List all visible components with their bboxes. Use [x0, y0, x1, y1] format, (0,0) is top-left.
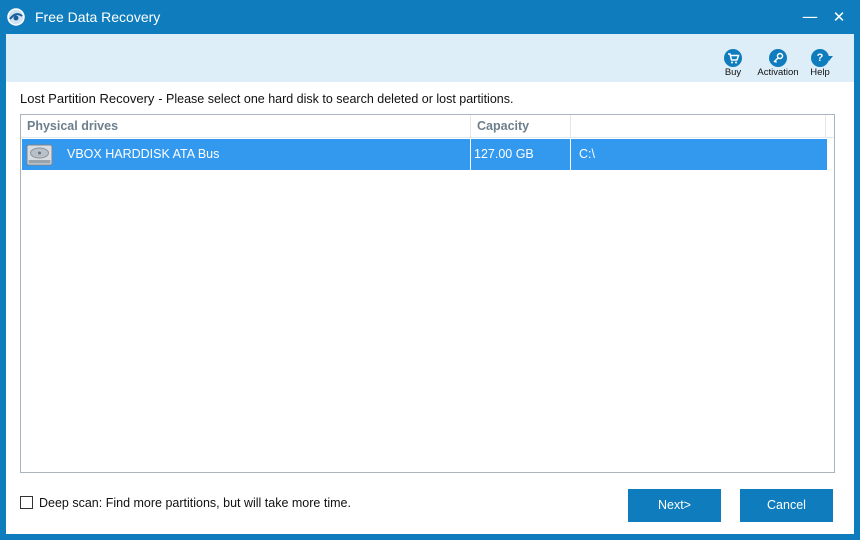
activation-button[interactable]: Activation — [752, 49, 804, 78]
hard-disk-icon — [26, 144, 53, 166]
column-header-capacity[interactable]: Capacity — [471, 115, 571, 138]
drive-volumes: C:\ — [579, 147, 595, 161]
drive-list[interactable]: Physical drives Capacity VBOX HARDDISK A… — [20, 114, 835, 473]
buy-button[interactable]: Buy — [718, 49, 748, 78]
column-header-physical-drives[interactable]: Physical drives — [21, 115, 471, 138]
cart-icon — [724, 49, 742, 67]
page-title: Lost Partition Recovery — [20, 91, 155, 106]
table-row[interactable]: VBOX HARDDISK ATA Bus 127.00 GB C:\ — [22, 139, 827, 170]
close-button[interactable]: ✕ — [828, 6, 850, 28]
list-header: Physical drives Capacity — [21, 115, 834, 138]
drive-capacity: 127.00 GB — [471, 139, 571, 170]
toolbar: Buy Activation ? Help — [6, 34, 854, 82]
chevron-down-icon[interactable] — [825, 56, 833, 61]
buy-label: Buy — [724, 67, 742, 78]
page-subtitle: - Please select one hard disk to search … — [158, 92, 514, 106]
activation-label: Activation — [757, 67, 799, 78]
help-button[interactable]: ? Help — [804, 49, 836, 78]
cancel-button[interactable]: Cancel — [740, 489, 833, 522]
help-label: Help — [810, 67, 830, 78]
next-button[interactable]: Next> — [628, 489, 721, 522]
minimize-button[interactable]: — — [799, 6, 821, 28]
deep-scan-checkbox[interactable] — [20, 496, 33, 509]
app-logo-icon — [7, 8, 25, 26]
drive-name: VBOX HARDDISK ATA Bus — [67, 147, 220, 161]
title-bar: Free Data Recovery — ✕ — [0, 0, 860, 34]
deep-scan-option[interactable]: Deep scan: Find more partitions, but wil… — [20, 496, 351, 510]
column-header-volumes[interactable] — [571, 115, 826, 138]
key-icon — [769, 49, 787, 67]
main-panel: Buy Activation ? Help Lost Partition Rec… — [6, 34, 854, 534]
drive-name-cell: VBOX HARDDISK ATA Bus — [22, 139, 471, 170]
window-title: Free Data Recovery — [35, 9, 161, 25]
page-heading: Lost Partition Recovery - Please select o… — [20, 91, 513, 106]
deep-scan-label: Deep scan: Find more partitions, but wil… — [39, 496, 351, 510]
